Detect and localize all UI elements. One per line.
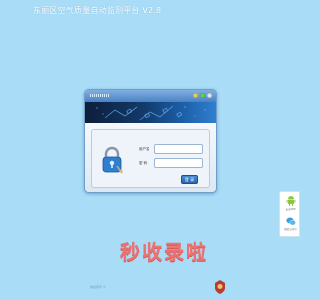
lock-icon [102, 146, 123, 174]
username-input[interactable] [154, 144, 203, 154]
close-button[interactable] [207, 93, 212, 98]
banner-image [85, 102, 216, 123]
android-app-label: 安卓APP [285, 208, 296, 211]
titlebar-dots-decoration [90, 94, 109, 97]
login-button[interactable]: 登 录 [181, 175, 198, 184]
maximize-button[interactable] [200, 93, 205, 98]
page: 东丽区空气质量自动监测平台 V2.8 用户名 密 码 登 录 安卓APP 微信公… [0, 0, 300, 300]
site-title: 东丽区空气质量自动监测平台 V2.8 [33, 6, 162, 15]
wechat-link[interactable]: 微信公众号 [280, 217, 301, 231]
side-float-panel: 安卓APP 微信公众号 [279, 191, 300, 237]
footer-copyright: 版权所有 © [90, 285, 106, 289]
android-app-link[interactable]: 安卓APP [280, 195, 301, 211]
password-label: 密 码 [139, 161, 148, 165]
wechat-label: 微信公众号 [284, 228, 297, 231]
username-label: 用户名 [139, 147, 150, 151]
password-input[interactable] [154, 158, 203, 168]
watermark-badge-icon [215, 280, 225, 294]
window-controls [193, 93, 212, 98]
window-titlebar [85, 90, 216, 102]
wechat-icon [285, 217, 296, 226]
minimize-button[interactable] [193, 93, 198, 98]
android-icon [286, 196, 295, 206]
watermark-text: 秒收录啦 [120, 240, 208, 264]
